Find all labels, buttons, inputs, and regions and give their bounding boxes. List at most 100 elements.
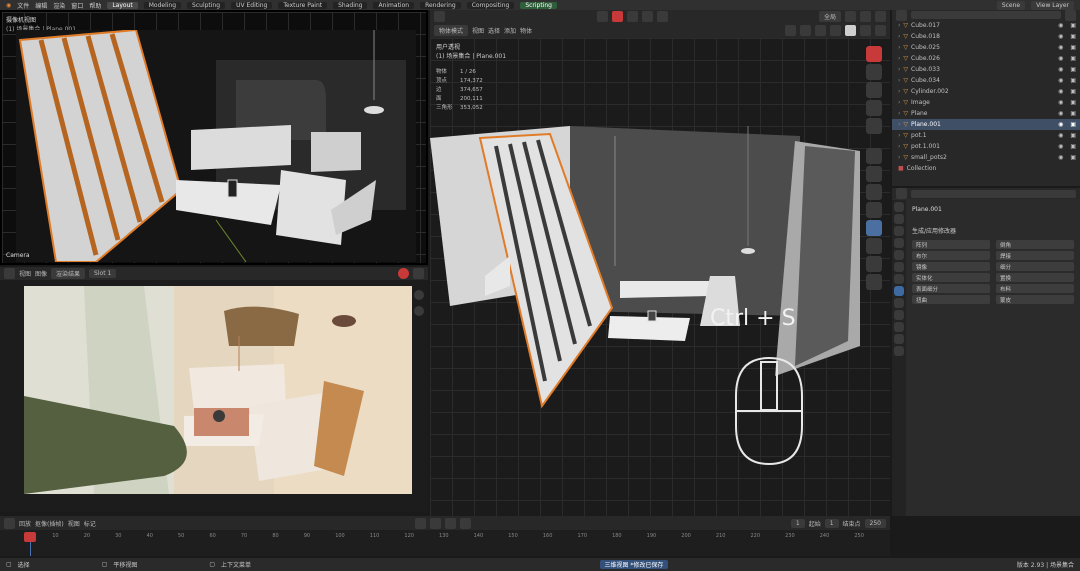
outliner-row[interactable]: › ▽ Cube.018 ◉ ▣ [892,31,1080,42]
visibility-eye-icon[interactable]: ◉ [1058,55,1063,62]
add-cube-icon[interactable] [866,274,882,290]
expand-icon[interactable]: › [898,33,900,40]
playhead[interactable] [24,532,36,542]
render-slot-select[interactable]: Slot 1 [89,269,117,278]
modifier-add-button[interactable]: 实体化 [912,273,990,282]
properties-search-input[interactable] [911,189,1076,198]
modifier-add-button[interactable]: 布尔 [912,251,990,260]
scale-icon[interactable] [866,202,882,218]
camera-render-icon[interactable]: ▣ [1070,99,1076,106]
menu-render[interactable]: 渲染 [53,1,65,10]
visibility-eye-icon[interactable]: ◉ [1058,143,1063,150]
expand-icon[interactable]: › [898,132,900,139]
expand-icon[interactable]: › [898,143,900,150]
modifier-add-button[interactable]: 焊接 [996,251,1074,260]
zoom-icon[interactable] [866,64,882,80]
shading-material-icon[interactable] [860,24,871,36]
workspace-tab-animation[interactable]: Animation [373,1,415,9]
particles-tab-icon[interactable] [894,298,904,308]
camera-render-icon[interactable]: ▣ [1070,77,1076,84]
outliner-type-icon[interactable] [896,9,907,21]
filter-icon[interactable] [1065,9,1076,21]
shading-solid-icon[interactable] [845,24,856,36]
outliner-row[interactable]: › ▽ Image ◉ ▣ [892,97,1080,108]
outliner-row[interactable]: › ▽ Cube.033 ◉ ▣ [892,64,1080,75]
pan-icon[interactable] [414,306,424,316]
outliner-row[interactable]: › ▽ Plane ◉ ▣ [892,108,1080,119]
start-frame-field[interactable]: 1 [824,518,839,528]
view-layer-selector[interactable]: View Layer [1031,0,1074,10]
image-editor-type-icon[interactable] [4,268,15,279]
snapping-icon[interactable] [860,10,872,22]
data-tab-icon[interactable] [894,334,904,344]
image-name-field[interactable]: 渲染结果 [51,268,86,279]
timeline-menu-keying[interactable]: 抠像(插帧) [35,519,64,528]
rotate-icon[interactable] [866,184,882,200]
visibility-eye-icon[interactable]: ◉ [1058,99,1063,106]
viewport-menu-view[interactable]: 视图 [472,26,484,35]
move-icon[interactable] [866,166,882,182]
camera-render-icon[interactable]: ▣ [1070,66,1076,73]
transform-icon[interactable] [626,10,638,22]
camera-render-icon[interactable]: ▣ [1070,55,1076,62]
outliner-row[interactable]: › ▽ Cube.025 ◉ ▣ [892,42,1080,53]
visibility-eye-icon[interactable]: ◉ [1058,110,1063,117]
expand-icon[interactable]: › [898,88,900,95]
overlay-icon[interactable] [875,10,887,22]
camera-render-icon[interactable]: ▣ [1070,143,1076,150]
camera-render-icon[interactable]: ▣ [1070,33,1076,40]
outliner-row[interactable]: › ▽ Cube.034 ◉ ▣ [892,75,1080,86]
workspace-tab-modeling[interactable]: Modeling [143,1,182,9]
camera-render-icon[interactable]: ▣ [1070,44,1076,51]
visibility-eye-icon[interactable]: ◉ [1058,154,1063,161]
select-box-icon[interactable] [611,10,623,22]
zoom-icon[interactable] [414,290,424,300]
camera-render-icon[interactable]: ▣ [1070,88,1076,95]
modifier-add-button[interactable]: 阵列 [912,240,990,249]
world-tab-icon[interactable] [894,262,904,272]
snap-icon[interactable] [641,10,653,22]
visibility-icon[interactable] [785,24,796,36]
mode-select[interactable]: 物体模式 [434,24,469,36]
viewport-menu-object[interactable]: 物体 [520,26,532,35]
expand-icon[interactable]: › [898,121,900,128]
expand-icon[interactable]: › [898,55,900,62]
outliner-row[interactable]: › ▽ Cube.026 ◉ ▣ [892,53,1080,64]
outliner-collection-row[interactable]: ■ Collection [892,163,1080,174]
image-editor-menu-image[interactable]: 图像 [35,269,47,278]
render-display-icon[interactable] [398,268,409,279]
menu-file[interactable]: 文件 [17,1,29,10]
menu-edit[interactable]: 编辑 [35,1,47,10]
tool-tab-icon[interactable] [894,202,904,212]
modifier-add-button[interactable]: 扭曲 [912,295,990,304]
timeline-menu-marker[interactable]: 标记 [84,519,96,528]
shading-wireframe-icon[interactable] [830,24,841,36]
cursor-icon[interactable] [866,148,882,164]
expand-icon[interactable]: › [898,22,900,29]
gizmo-icon[interactable] [800,24,811,36]
visibility-eye-icon[interactable]: ◉ [1058,121,1063,128]
timeline-menu-playback[interactable]: 回放 [19,519,31,528]
select-mode-icon[interactable] [596,10,608,22]
pan-icon[interactable] [866,82,882,98]
expand-icon[interactable]: › [898,44,900,51]
workspace-tab-rendering[interactable]: Rendering [420,1,461,9]
render-tab-icon[interactable] [894,214,904,224]
play-back-icon[interactable] [430,517,442,529]
modifier-add-button[interactable]: 表面细分 [912,284,990,293]
viewport-menu-add[interactable]: 添加 [504,26,516,35]
camera-icon[interactable] [866,100,882,116]
navigation-x-icon[interactable] [866,46,882,62]
outliner-search-input[interactable] [911,11,1061,19]
workspace-tab-texture-paint[interactable]: Texture Paint [278,1,328,9]
channels-icon[interactable] [413,268,424,279]
camera-render-icon[interactable]: ▣ [1070,132,1076,139]
material-tab-icon[interactable] [894,346,904,356]
visibility-eye-icon[interactable]: ◉ [1058,44,1063,51]
xray-icon[interactable] [815,24,826,36]
outliner-row[interactable]: › ▽ small_pots2 ◉ ▣ [892,152,1080,163]
end-frame-field[interactable]: 250 [864,518,886,528]
expand-icon[interactable]: › [898,66,900,73]
pivot-icon[interactable] [845,10,857,22]
timeline-type-icon[interactable] [4,517,15,529]
